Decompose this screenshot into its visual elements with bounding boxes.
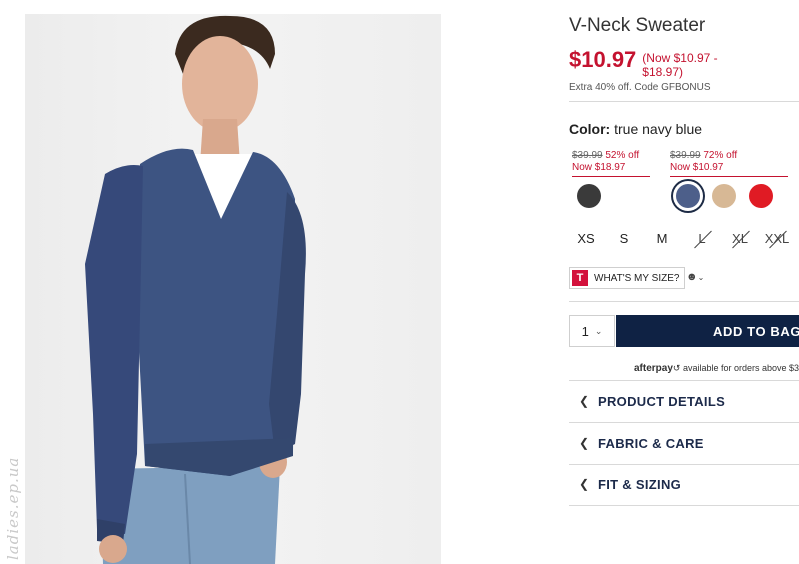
afterpay-logo: afterpay xyxy=(634,363,673,374)
color-group-price-1: $39.99 52% off Now $18.97 xyxy=(572,150,650,177)
price-row: $10.97 (Now $10.97 - $18.97) xyxy=(569,47,737,79)
afterpay-text: available for orders above $35 xyxy=(682,363,799,373)
size-l[interactable]: L xyxy=(687,231,717,246)
color-group-price-2: $39.99 72% off Now $10.97 xyxy=(670,150,788,177)
accordion-label: PRODUCT DETAILS xyxy=(598,393,726,409)
divider xyxy=(569,505,799,506)
promo-text: Extra 40% off. Code GFBONUS xyxy=(569,82,711,93)
quantity-select[interactable]: 1 ⌄ xyxy=(569,315,615,347)
size-m[interactable]: M xyxy=(647,231,677,246)
profile-dropdown[interactable]: ☻⌄ xyxy=(686,271,704,283)
true-fit-logo-icon: T xyxy=(572,270,588,286)
original-price: $39.99 xyxy=(572,150,603,161)
chevron-down-icon: ⌄ xyxy=(697,273,705,282)
accordion-fit-sizing[interactable]: ❮ FIT & SIZING xyxy=(569,464,799,504)
divider xyxy=(569,101,799,102)
product-image[interactable] xyxy=(25,14,441,564)
sale-price: $10.97 xyxy=(569,47,637,72)
chevron-down-icon: ⌄ xyxy=(594,325,603,336)
user-icon: ☻ xyxy=(686,271,698,283)
color-label-key: Color: xyxy=(569,121,611,137)
add-to-bag-button[interactable]: ADD TO BAG xyxy=(616,315,799,347)
discount-percent: 72% off xyxy=(703,150,738,161)
accordion-label: FABRIC & CARE xyxy=(598,435,704,451)
color-label: Color: true navy blue xyxy=(569,121,702,137)
chevron-left-icon: ❮ xyxy=(579,477,590,491)
afterpay-icon: ↺ xyxy=(672,363,681,373)
accordion-fabric-care[interactable]: ❮ FABRIC & CARE xyxy=(569,423,799,463)
divider xyxy=(569,301,799,302)
accordion-product-details[interactable]: ❮ PRODUCT DETAILS xyxy=(569,381,799,421)
swatch-red[interactable] xyxy=(749,184,773,208)
whats-my-size-button[interactable]: T WHAT'S MY SIZE? xyxy=(569,267,686,289)
chevron-left-icon: ❮ xyxy=(579,436,590,450)
color-selected-name: true navy blue xyxy=(614,121,703,137)
size-xl[interactable]: XL xyxy=(725,231,755,246)
watermark: ladies.ep.ua xyxy=(4,456,22,560)
quantity-value: 1 xyxy=(581,323,589,339)
discount-percent: 52% off xyxy=(605,150,640,161)
whats-my-size-label: WHAT'S MY SIZE? xyxy=(594,272,680,284)
afterpay-note: afterpay↺ available for orders above $35 xyxy=(634,363,799,374)
model-sweater-illustration xyxy=(85,15,306,564)
accordion-label: FIT & SIZING xyxy=(598,476,682,492)
swatch-true-navy-blue[interactable] xyxy=(676,184,700,208)
chevron-left-icon: ❮ xyxy=(579,394,590,408)
price-range: (Now $10.97 - $18.97) xyxy=(642,51,718,79)
size-s[interactable]: S xyxy=(609,231,639,246)
swatch-khaki[interactable] xyxy=(712,184,736,208)
product-title: V-Neck Sweater xyxy=(569,15,706,36)
now-price: Now $18.97 xyxy=(572,162,626,173)
now-price: Now $10.97 xyxy=(670,162,724,173)
size-xxl[interactable]: XXL xyxy=(762,231,792,246)
original-price: $39.99 xyxy=(670,150,701,161)
swatch-charcoal[interactable] xyxy=(577,184,601,208)
size-xs[interactable]: XS xyxy=(571,231,601,246)
